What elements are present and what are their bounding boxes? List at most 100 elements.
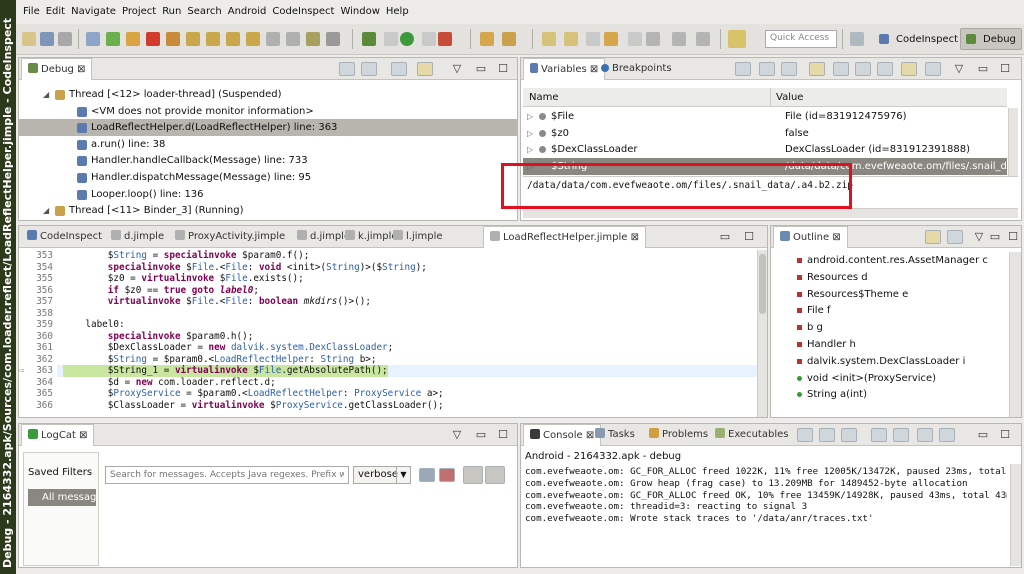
skip-breakpoints-icon[interactable] xyxy=(86,32,100,46)
vars-copy-icon[interactable] xyxy=(833,62,849,76)
code-line[interactable]: 353 $String = specialinvoke $param0.f(); xyxy=(19,250,757,262)
outline-item[interactable]: Resources$Theme e xyxy=(771,286,1007,303)
logcat-view-menu-icon[interactable]: ▽ xyxy=(451,429,463,441)
variable-row[interactable]: ▷ $z0 false xyxy=(523,125,1007,142)
minimize-icon[interactable]: ▭ xyxy=(475,63,487,75)
code-line[interactable]: 361 $DexClassLoader = new dalvik.system.… xyxy=(19,342,757,354)
code-line[interactable]: 359 label0: xyxy=(19,319,757,331)
quick-access-input[interactable]: Quick Access xyxy=(765,30,837,48)
menu-codeinspect[interactable]: CodeInspect xyxy=(269,6,337,17)
code-line[interactable]: ⇨ 363 $String_1 = virtualinvoke $File.get… xyxy=(19,365,757,377)
console-terminate-icon[interactable] xyxy=(797,428,813,442)
outline-item[interactable]: dalvik.system.DexClassLoader i xyxy=(771,353,1007,370)
perspective-debug-button[interactable]: Debug xyxy=(960,28,1022,50)
collapse-all-vars-icon[interactable] xyxy=(781,62,797,76)
watch-icon[interactable] xyxy=(306,32,320,46)
thread-tree-item[interactable]: Handler.handleCallback(Message) line: 73… xyxy=(19,152,517,169)
code-line[interactable]: 366 $ClassLoader = virtualinvoke $ProxyS… xyxy=(19,400,757,412)
console-clear-icon[interactable] xyxy=(841,428,857,442)
vars-pin-icon[interactable] xyxy=(901,62,917,76)
outline-item[interactable]: String a(int) xyxy=(771,386,1007,403)
tab-debug[interactable]: Debug ⊠ xyxy=(21,58,93,80)
console-output[interactable]: com.evefweaote.om: GC_FOR_ALLOC freed 10… xyxy=(525,466,1007,564)
next-annotation-icon[interactable] xyxy=(564,32,578,46)
menu-run[interactable]: Run xyxy=(159,6,184,17)
resume-icon[interactable] xyxy=(106,32,120,46)
hide-fields-icon[interactable] xyxy=(925,230,941,244)
view-menu-icon[interactable]: ▽ xyxy=(451,63,463,75)
back-icon[interactable] xyxy=(604,32,618,46)
menu-edit[interactable]: Edit xyxy=(43,6,68,17)
outline-item[interactable]: Resources d xyxy=(771,269,1007,286)
console-pin-icon[interactable] xyxy=(871,428,887,442)
logcat-columns-icon[interactable] xyxy=(463,466,483,484)
show-logical-icon[interactable] xyxy=(759,62,775,76)
code-editor[interactable]: 353 $String = specialinvoke $param0.f();… xyxy=(19,250,757,417)
maximize-editor-icon[interactable] xyxy=(728,30,746,48)
vars-view-menu-icon[interactable]: ▽ xyxy=(953,63,965,75)
logcat-save-icon[interactable] xyxy=(419,468,435,482)
detail-hscrollbar[interactable] xyxy=(523,208,1018,218)
thread-tree-item[interactable]: <VM does not provide monitor information… xyxy=(19,103,517,120)
external-tools-icon[interactable] xyxy=(438,32,452,46)
outline-minimize-icon[interactable]: ▭ xyxy=(989,231,1001,243)
outline-item[interactable]: void <init>(ProxyService) xyxy=(771,370,1007,387)
menu-window[interactable]: Window xyxy=(337,6,382,17)
menu-navigate[interactable]: Navigate xyxy=(68,6,119,17)
outline-item[interactable]: File f xyxy=(771,302,1007,319)
logcat-maximize-icon[interactable]: ☐ xyxy=(497,429,509,441)
step-over-icon[interactable] xyxy=(206,32,220,46)
save-icon[interactable] xyxy=(40,32,54,46)
editor-minimize-icon[interactable]: ▭ xyxy=(719,231,731,243)
last-edit-icon[interactable] xyxy=(586,32,600,46)
editor-tab[interactable]: CodeInspect xyxy=(21,226,108,248)
code-line[interactable]: 357 virtualinvoke $File.<File: boolean m… xyxy=(19,296,757,308)
open-perspective-icon[interactable] xyxy=(850,32,864,46)
console-new-icon[interactable] xyxy=(939,428,955,442)
open-type-icon[interactable] xyxy=(480,32,494,46)
code-line[interactable]: 360 specialinvoke $param0.h(); xyxy=(19,331,757,343)
variable-row[interactable]: ▷ $File File (id=831912475976) xyxy=(523,108,1007,125)
outline-maximize-icon[interactable]: ☐ xyxy=(1007,231,1019,243)
tab-logcat[interactable]: LogCat ⊠ xyxy=(21,424,95,446)
code-line[interactable]: 365 $ProxyService = $param0.<LoadReflect… xyxy=(19,388,757,400)
vars-link-icon[interactable] xyxy=(809,62,825,76)
logcat-scroll-lock-icon[interactable] xyxy=(485,466,505,484)
annotation-icon[interactable] xyxy=(542,32,556,46)
column-name-header[interactable]: Name xyxy=(529,92,559,103)
new-icon[interactable] xyxy=(22,32,36,46)
remove-terminated-icon[interactable] xyxy=(339,62,355,76)
suspend-icon[interactable] xyxy=(126,32,140,46)
vars-find-icon[interactable] xyxy=(855,62,871,76)
step-return-icon[interactable] xyxy=(226,32,240,46)
column-value-header[interactable]: Value xyxy=(776,92,803,103)
vars-minimize-icon[interactable]: ▭ xyxy=(977,63,989,75)
editor-tab[interactable]: l.jimple xyxy=(387,226,449,248)
outline-scrollbar[interactable] xyxy=(1009,252,1021,417)
thread-tree-item[interactable]: Looper.loop() line: 136 xyxy=(19,186,517,203)
run-to-line-icon[interactable] xyxy=(286,32,300,46)
expand-arrow-icon[interactable]: ▷ xyxy=(527,108,533,125)
expand-arrow-icon[interactable]: ◢ xyxy=(43,202,49,219)
menu-search[interactable]: Search xyxy=(184,6,224,17)
tab-problems[interactable]: Problems xyxy=(643,424,714,446)
save-all-icon[interactable] xyxy=(58,32,72,46)
variable-row[interactable]: ▷ $DexClassLoader DexClassLoader (id=83191… xyxy=(523,141,1007,158)
console-maximize-icon[interactable]: ☐ xyxy=(999,429,1011,441)
collapse-all-icon[interactable] xyxy=(361,62,377,76)
code-line[interactable]: 358 xyxy=(19,308,757,320)
expand-arrow-icon[interactable]: ▷ xyxy=(527,141,533,158)
run-dropdown-icon[interactable] xyxy=(422,32,436,46)
forward-icon[interactable] xyxy=(646,32,660,46)
debug-dropdown-icon[interactable] xyxy=(384,32,398,46)
code-line[interactable]: 364 $d = new com.loader.reflect.d; xyxy=(19,377,757,389)
editor-tab[interactable]: ProxyActivity.jimple xyxy=(169,226,291,248)
terminate-icon[interactable] xyxy=(146,32,160,46)
disconnect-icon[interactable] xyxy=(166,32,180,46)
drop-to-frame-icon[interactable] xyxy=(246,32,260,46)
outline-item[interactable]: b g xyxy=(771,319,1007,336)
logcat-clear-icon[interactable] xyxy=(439,468,455,482)
use-step-filters-icon[interactable] xyxy=(266,32,280,46)
vars-layout-icon[interactable] xyxy=(877,62,893,76)
tab-tasks[interactable]: Tasks xyxy=(589,424,641,446)
